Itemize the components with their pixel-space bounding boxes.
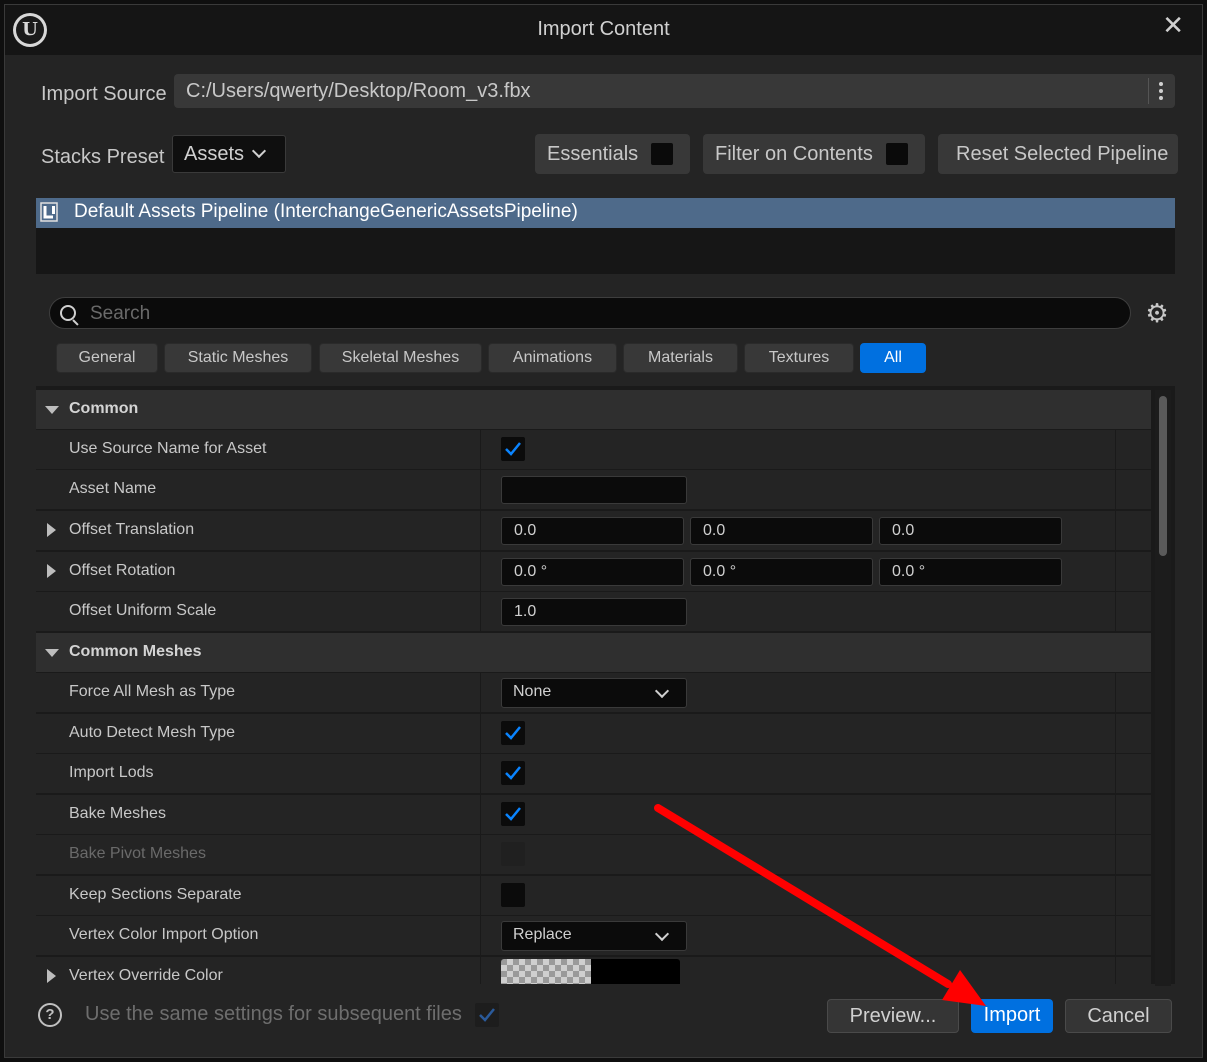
annotation-arrow-icon [654,804,986,1006]
